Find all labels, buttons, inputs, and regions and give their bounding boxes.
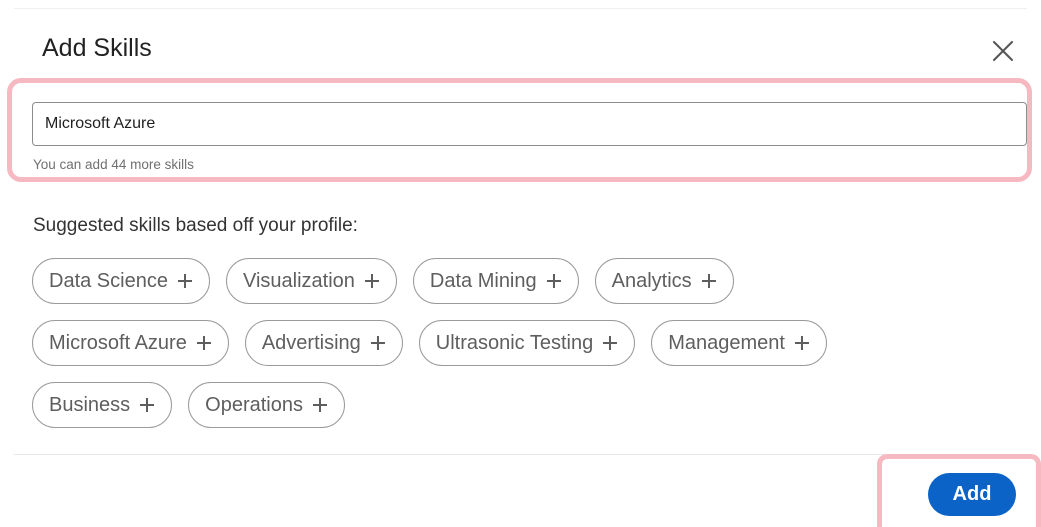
skill-chip-label: Management bbox=[668, 332, 785, 354]
close-icon bbox=[993, 41, 1013, 61]
add-button[interactable]: Add bbox=[928, 473, 1016, 516]
skill-limit-text: You can add 44 more skills bbox=[33, 157, 194, 172]
skill-input[interactable] bbox=[32, 102, 1027, 146]
skill-chip-business[interactable]: Business bbox=[32, 382, 173, 428]
close-button[interactable] bbox=[986, 34, 1020, 68]
plus-icon bbox=[177, 274, 192, 288]
plus-icon bbox=[795, 336, 809, 350]
skill-chip-operations[interactable]: Operations bbox=[188, 382, 345, 428]
plus-icon bbox=[313, 398, 327, 412]
plus-icon bbox=[196, 336, 211, 350]
skill-chip-label: Data Science bbox=[49, 270, 168, 292]
plus-icon bbox=[701, 274, 716, 288]
skill-chip-management[interactable]: Management bbox=[651, 320, 827, 366]
skill-chip-analytics[interactable]: Analytics bbox=[594, 258, 734, 304]
skill-chip-ultrasonic-testing[interactable]: Ultrasonic Testing bbox=[418, 320, 636, 366]
skill-chip-data-mining[interactable]: Data Mining bbox=[412, 258, 579, 304]
footer-divider bbox=[14, 454, 1027, 455]
skill-chip-visualization[interactable]: Visualization bbox=[225, 258, 397, 304]
skill-chip-label: Operations bbox=[205, 394, 303, 416]
skill-chip-label: Ultrasonic Testing bbox=[435, 332, 594, 354]
plus-icon bbox=[370, 336, 385, 350]
plus-icon bbox=[546, 274, 561, 288]
skill-chip-label: Advertising bbox=[261, 332, 361, 354]
top-divider bbox=[14, 8, 1027, 9]
skill-chip-data-science[interactable]: Data Science bbox=[32, 258, 210, 304]
modal-title: Add Skills bbox=[42, 34, 152, 62]
suggested-skills-list: Data Science Visualization Data Mining A… bbox=[32, 258, 992, 444]
plus-icon bbox=[603, 336, 618, 350]
skill-chip-label: Business bbox=[49, 394, 131, 416]
chip-row: Data Science Visualization Data Mining A… bbox=[32, 258, 992, 304]
skill-chip-label: Data Mining bbox=[429, 270, 537, 292]
skill-chip-label: Analytics bbox=[611, 270, 692, 292]
plus-icon bbox=[364, 274, 379, 288]
chip-row: Business Operations bbox=[32, 382, 992, 428]
skill-chip-label: Microsoft Azure bbox=[49, 332, 187, 354]
add-skills-modal: Add Skills You can add 44 more skills Su… bbox=[0, 0, 1041, 527]
skill-chip-label: Visualization bbox=[242, 270, 355, 292]
suggested-skills-heading: Suggested skills based off your profile: bbox=[33, 215, 358, 236]
skill-chip-microsoft-azure[interactable]: Microsoft Azure bbox=[32, 320, 229, 366]
skill-chip-advertising[interactable]: Advertising bbox=[244, 320, 403, 366]
chip-row: Microsoft Azure Advertising Ultrasonic T… bbox=[32, 320, 992, 366]
plus-icon bbox=[140, 398, 155, 412]
